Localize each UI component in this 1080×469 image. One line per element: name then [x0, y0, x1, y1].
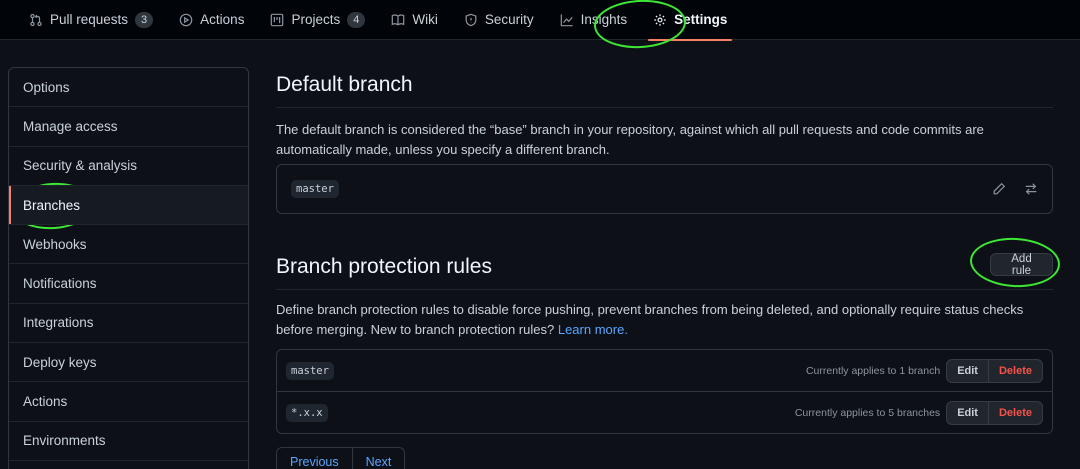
sidebar-item-label: Branches: [23, 197, 81, 213]
tab-projects[interactable]: Projects 4: [257, 0, 378, 40]
sidebar-item-label: Notifications: [23, 276, 97, 292]
tab-label: Security: [484, 12, 534, 27]
tab-wiki[interactable]: Wiki: [378, 0, 451, 40]
edit-rule-button[interactable]: Edit: [946, 358, 989, 383]
sidebar-item-webhooks[interactable]: Webhooks: [9, 225, 248, 265]
rule-applies-text: Currently applies to 1 branch: [805, 364, 941, 377]
tab-label: Settings: [674, 12, 728, 27]
sidebar-item-notifications[interactable]: Notifications: [9, 264, 248, 304]
tab-label: Insights: [580, 12, 628, 27]
tab-pull-requests[interactable]: Pull requests 3: [16, 0, 166, 40]
next-page-button[interactable]: Next: [351, 448, 405, 469]
git-pull-request-icon: [30, 13, 42, 26]
sidebar-item-options[interactable]: Options: [9, 68, 248, 108]
sidebar-item-label: Deploy keys: [23, 354, 97, 370]
rule-pattern: *.x.x: [286, 404, 328, 422]
repo-tab-bar: Pull requests 3 Actions Projects 4 Wiki …: [0, 0, 1080, 41]
sidebar-item-environments[interactable]: Environments: [9, 422, 248, 461]
sidebar-item-label: Webhooks: [23, 236, 87, 252]
graph-icon: [560, 13, 573, 26]
sidebar-item-label: Environments: [23, 433, 106, 449]
delete-rule-button[interactable]: Delete: [988, 401, 1043, 425]
sidebar-item-label: Options: [23, 79, 70, 95]
tab-actions[interactable]: Actions: [166, 0, 257, 40]
gear-icon: [654, 13, 666, 26]
count-badge: 4: [347, 11, 366, 28]
default-branch-heading: Default branch: [276, 73, 1053, 108]
pagination: Previous Next: [276, 447, 406, 469]
sidebar-item-integrations[interactable]: Integrations: [9, 304, 248, 344]
tab-security[interactable]: Security: [451, 0, 547, 40]
default-branch-box: master: [276, 164, 1053, 214]
edit-rule-button[interactable]: Edit: [946, 401, 989, 425]
sidebar-item-label: Actions: [23, 394, 68, 410]
edit-default-branch-button[interactable]: [992, 182, 1006, 196]
previous-page-button[interactable]: Previous: [277, 448, 352, 469]
default-branch-name: master: [291, 180, 339, 198]
arrow-switch-icon: [1025, 183, 1037, 195]
tab-label: Pull requests: [50, 12, 129, 27]
sidebar-item-label: Integrations: [23, 315, 94, 331]
learn-more-link[interactable]: Learn more.: [558, 322, 628, 337]
branch-protection-description: Define branch protection rules to disabl…: [276, 300, 1036, 340]
project-icon: [271, 13, 284, 26]
delete-rule-button[interactable]: Delete: [988, 358, 1043, 383]
tab-label: Wiki: [412, 12, 438, 27]
branch-protection-text: Define branch protection rules to disabl…: [276, 302, 1024, 337]
rule-applies-text: Currently applies to 5 branches: [794, 407, 941, 419]
tab-insights[interactable]: Insights: [547, 0, 641, 40]
rule-pattern: master: [286, 361, 334, 380]
switch-default-branch-button[interactable]: [1024, 182, 1038, 196]
tab-settings[interactable]: Settings: [640, 0, 740, 41]
sidebar-item-deploy-keys[interactable]: Deploy keys: [9, 343, 248, 383]
add-rule-button[interactable]: Add rule: [990, 253, 1053, 277]
pencil-icon: [993, 182, 1006, 195]
branch-protection-heading: Branch protection rules: [276, 255, 1053, 290]
protection-rules-list: master Currently applies to 1 branch Edi…: [276, 349, 1053, 434]
sidebar-item-actions[interactable]: Actions: [9, 382, 248, 422]
book-icon: [392, 13, 405, 26]
count-badge: 3: [135, 11, 154, 28]
play-icon: [179, 13, 193, 26]
default-branch-description: The default branch is considered the “ba…: [276, 122, 984, 157]
sidebar-item-label: Security & analysis: [23, 158, 138, 174]
sidebar-item-branches[interactable]: Branches: [9, 185, 248, 226]
protection-rule-row: *.x.x Currently applies to 5 branches Ed…: [277, 392, 1052, 434]
shield-icon: [465, 13, 477, 26]
rule-actions: Edit Delete: [946, 358, 1043, 383]
tab-label: Projects: [291, 12, 341, 27]
rule-actions: Edit Delete: [946, 401, 1043, 425]
sidebar-item-security-analysis[interactable]: Security & analysis: [9, 147, 248, 186]
settings-sidebar: Options Manage access Security & analysi…: [8, 67, 249, 469]
tab-label: Actions: [200, 12, 245, 27]
sidebar-item-manage-access[interactable]: Manage access: [9, 107, 248, 147]
protection-rule-row: master Currently applies to 1 branch Edi…: [277, 350, 1052, 392]
sidebar-item-label: Manage access: [23, 118, 118, 134]
